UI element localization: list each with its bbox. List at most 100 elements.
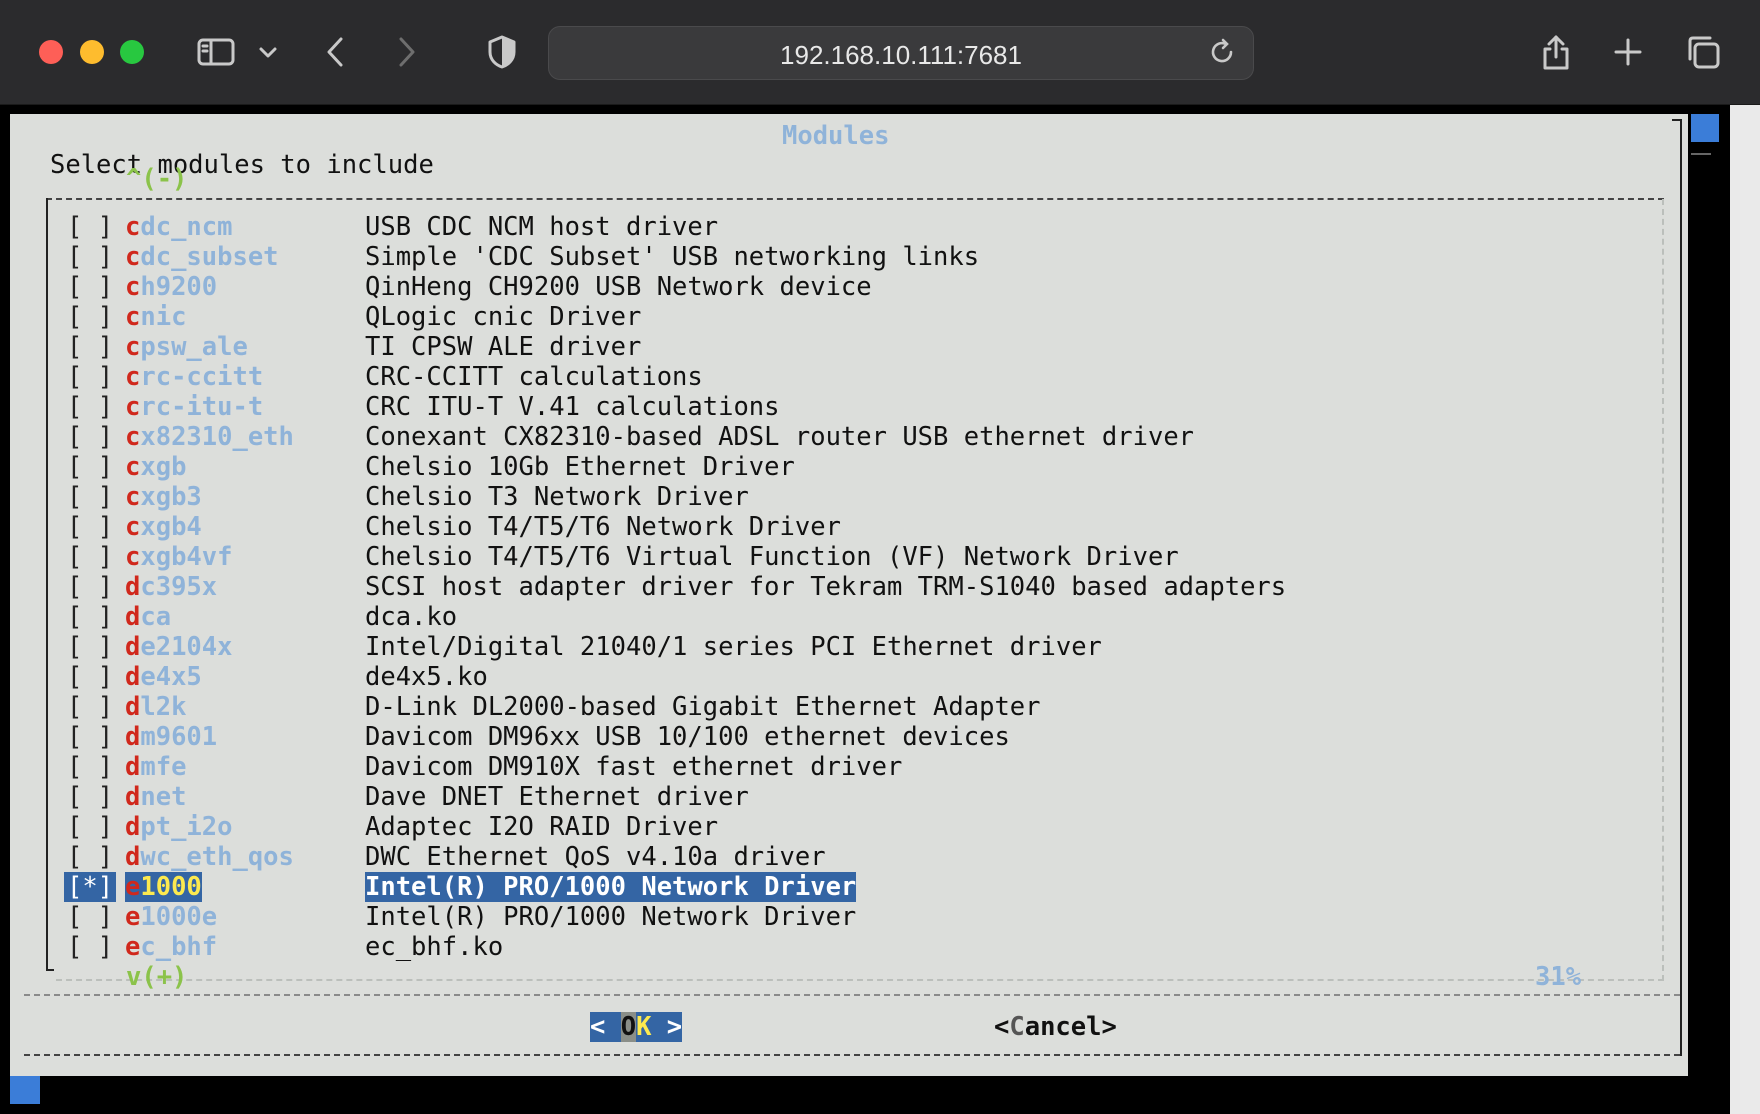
module-checkbox[interactable]: [ ] bbox=[67, 332, 113, 362]
module-name: de2104x bbox=[125, 632, 232, 662]
module-description: dca.ko bbox=[365, 602, 458, 632]
new-tab-icon[interactable] bbox=[1608, 30, 1648, 74]
module-hotkey: c bbox=[125, 332, 141, 362]
module-hotkey: d bbox=[125, 722, 141, 752]
module-name: dl2k bbox=[125, 692, 186, 722]
module-name-rest: ca bbox=[140, 602, 172, 632]
dialog-title: Modules bbox=[782, 121, 890, 151]
module-checkbox[interactable]: [ ] bbox=[67, 242, 113, 272]
list-corner bbox=[46, 969, 54, 971]
module-description: Intel(R) PRO/1000 Network Driver bbox=[365, 872, 857, 902]
module-name: de4x5 bbox=[125, 662, 202, 692]
module-checkbox[interactable]: [ ] bbox=[67, 902, 113, 932]
module-description: Davicom DM910X fast ethernet driver bbox=[365, 752, 903, 782]
module-checkbox[interactable]: [ ] bbox=[67, 392, 113, 422]
module-hotkey: c bbox=[125, 392, 141, 422]
module-name: dm9601 bbox=[125, 722, 217, 752]
module-checkbox[interactable]: [ ] bbox=[67, 452, 113, 482]
ok-button[interactable]: < OK > bbox=[590, 1012, 683, 1042]
module-description: Dave DNET Ethernet driver bbox=[365, 782, 749, 812]
module-hotkey: c bbox=[125, 212, 141, 242]
forward-icon[interactable] bbox=[390, 30, 424, 74]
module-checkbox[interactable]: [ ] bbox=[67, 812, 113, 842]
list-left-border bbox=[46, 198, 48, 970]
module-name: cdc_ncm bbox=[125, 212, 232, 242]
module-hotkey: d bbox=[125, 602, 141, 632]
module-checkbox[interactable]: [ ] bbox=[67, 662, 113, 692]
module-checkbox[interactable]: [ ] bbox=[67, 512, 113, 542]
module-name: ec_bhf bbox=[125, 932, 217, 962]
module-checkbox[interactable]: [ ] bbox=[67, 632, 113, 662]
module-checkbox[interactable]: [ ] bbox=[67, 932, 113, 962]
cancel-button[interactable]: <Cancel> bbox=[994, 1012, 1117, 1042]
module-description: QLogic cnic Driver bbox=[365, 302, 642, 332]
button-separator bbox=[24, 994, 1680, 996]
privacy-shield-icon[interactable] bbox=[484, 30, 520, 74]
module-checkbox[interactable]: [ ] bbox=[67, 212, 113, 242]
chevron-down-icon[interactable] bbox=[256, 30, 280, 74]
module-description: Simple 'CDC Subset' USB networking links bbox=[365, 242, 980, 272]
modules-dialog: Modules Select modules to include ^(-) v… bbox=[10, 114, 1688, 1076]
module-checkbox[interactable]: [ ] bbox=[67, 422, 113, 452]
module-name: ch9200 bbox=[125, 272, 217, 302]
module-checkbox[interactable]: [ ] bbox=[67, 602, 113, 632]
module-description: USB CDC NCM host driver bbox=[365, 212, 719, 242]
sidebar-icon[interactable] bbox=[194, 30, 238, 74]
module-checkbox[interactable]: [ ] bbox=[67, 542, 113, 572]
module-description: de4x5.ko bbox=[365, 662, 488, 692]
module-checkbox[interactable]: [ ] bbox=[67, 842, 113, 872]
module-name-rest: m9601 bbox=[140, 722, 218, 752]
module-name: dca bbox=[125, 602, 171, 632]
share-icon[interactable] bbox=[1536, 30, 1576, 74]
address-bar[interactable]: 192.168.10.111:7681 bbox=[548, 26, 1254, 80]
module-checkbox[interactable]: [ ] bbox=[67, 272, 113, 302]
module-description: CRC-CCITT calculations bbox=[365, 362, 703, 392]
module-hotkey: c bbox=[125, 482, 141, 512]
zoom-window-button[interactable] bbox=[120, 40, 144, 64]
terminal-scroll-mark bbox=[1691, 153, 1711, 155]
module-name: cnic bbox=[125, 302, 186, 332]
reload-icon[interactable] bbox=[1207, 37, 1237, 72]
back-icon[interactable] bbox=[318, 30, 352, 74]
module-name: cpsw_ale bbox=[125, 332, 248, 362]
module-hotkey: d bbox=[125, 752, 141, 782]
window-edge bbox=[1730, 105, 1760, 1114]
module-checkbox[interactable]: [*] bbox=[64, 872, 117, 902]
module-name: dpt_i2o bbox=[125, 812, 232, 842]
module-description: Conexant CX82310-based ADSL router USB e… bbox=[365, 422, 1195, 452]
module-checkbox[interactable]: [ ] bbox=[67, 482, 113, 512]
module-checkbox[interactable]: [ ] bbox=[67, 752, 113, 782]
module-checkbox[interactable]: [ ] bbox=[67, 782, 113, 812]
module-checkbox[interactable]: [ ] bbox=[67, 362, 113, 392]
module-checkbox[interactable]: [ ] bbox=[67, 572, 113, 602]
module-name: dnet bbox=[125, 782, 186, 812]
module-name: cxgb4vf bbox=[125, 542, 232, 572]
tab-overview-icon[interactable] bbox=[1682, 30, 1724, 74]
close-window-button[interactable] bbox=[39, 40, 63, 64]
frame-corner-top bbox=[1672, 119, 1682, 121]
module-name: cdc_subset bbox=[125, 242, 279, 272]
scroll-up-indicator: ^(-) bbox=[126, 164, 188, 194]
module-hotkey: c bbox=[125, 362, 141, 392]
module-description: Intel/Digital 21040/1 series PCI Etherne… bbox=[365, 632, 1102, 662]
module-name: dmfe bbox=[125, 752, 186, 782]
module-hotkey: e bbox=[125, 872, 141, 902]
module-checkbox[interactable]: [ ] bbox=[67, 302, 113, 332]
module-checkbox[interactable]: [ ] bbox=[67, 692, 113, 722]
module-description: CRC ITU-T V.41 calculations bbox=[365, 392, 780, 422]
module-hotkey: d bbox=[125, 842, 141, 872]
module-name: e1000e bbox=[125, 902, 217, 932]
module-name-rest: c_bhf bbox=[140, 932, 218, 962]
module-description: Adaptec I2O RAID Driver bbox=[365, 812, 719, 842]
terminal-scrollbar-thumb[interactable] bbox=[1691, 114, 1719, 142]
minimize-window-button[interactable] bbox=[80, 40, 104, 64]
module-name-rest: pt_i2o bbox=[140, 812, 233, 842]
ok-bracket-right: > bbox=[651, 1012, 683, 1042]
module-hotkey: d bbox=[125, 572, 141, 602]
module-description: QinHeng CH9200 USB Network device bbox=[365, 272, 872, 302]
module-description: Chelsio 10Gb Ethernet Driver bbox=[365, 452, 795, 482]
terminal[interactable]: Modules Select modules to include ^(-) v… bbox=[0, 105, 1760, 1114]
url-text: 192.168.10.111:7681 bbox=[780, 40, 1022, 70]
module-checkbox[interactable]: [ ] bbox=[67, 722, 113, 752]
module-name-rest: wc_eth_qos bbox=[140, 842, 294, 872]
